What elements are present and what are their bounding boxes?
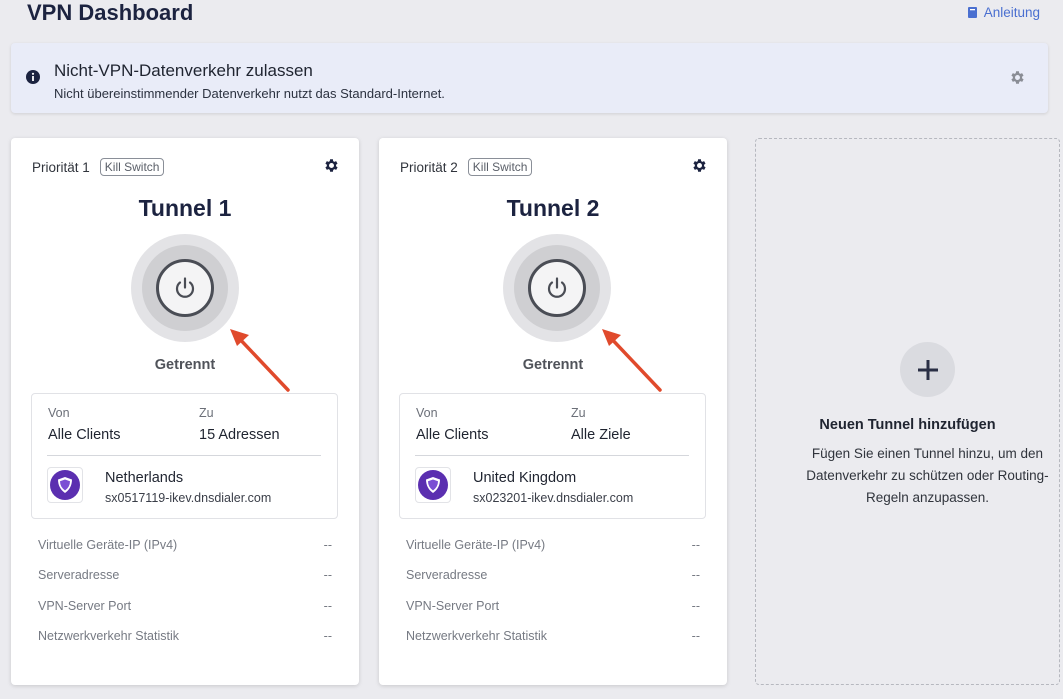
gear-icon[interactable] xyxy=(691,157,708,174)
plus-icon xyxy=(917,359,938,380)
from-value: Alle Clients xyxy=(416,427,489,443)
tunnel-card-2: Priorität 2 Kill Switch Tunnel 2 Getrenn… xyxy=(379,138,727,685)
tunnel-name: Tunnel 2 xyxy=(506,195,600,221)
connection-status: Getrennt xyxy=(522,357,584,373)
gear-icon[interactable] xyxy=(1009,69,1026,86)
add-tunnel-card[interactable]: Neuen Tunnel hinzufügen Fügen Sie einen … xyxy=(755,138,1060,685)
kill-switch-badge: Kill Switch xyxy=(99,158,165,176)
stat-row: Serveradresse -- xyxy=(406,568,700,588)
server-logo xyxy=(415,467,451,503)
book-icon xyxy=(967,7,977,18)
stat-row: Netzwerkverkehr Statistik -- xyxy=(406,629,700,649)
priority-row: Priorität 1 Kill Switch xyxy=(32,158,165,176)
from-value: Alle Clients xyxy=(48,427,121,443)
priority-label: Priorität 1 xyxy=(32,159,90,175)
route-box: Von Alle Clients Zu 15 Adressen Netherla… xyxy=(31,393,338,519)
tunnel-name: Tunnel 1 xyxy=(138,195,232,221)
stat-value: -- xyxy=(691,629,700,643)
manual-link[interactable]: Anleitung xyxy=(967,5,1040,20)
to-label: Zu xyxy=(199,406,214,420)
stat-value: -- xyxy=(323,568,332,582)
add-tunnel-description: Fügen Sie einen Tunnel hinzu, um den Dat… xyxy=(806,446,1049,505)
banner-title: Nicht-VPN-Datenverkehr zulassen xyxy=(54,61,313,80)
server-logo xyxy=(47,467,83,503)
banner-subtitle: Nicht übereinstimmender Datenverkehr nut… xyxy=(54,86,445,101)
server-hostname: sx0517119-ikev.dnsdialer.com xyxy=(105,491,272,505)
from-label: Von xyxy=(416,406,438,420)
stat-value: -- xyxy=(691,568,700,582)
stat-row: VPN-Server Port -- xyxy=(38,599,332,619)
server-hostname: sx023201-ikev.dnsdialer.com xyxy=(473,491,634,505)
stat-label: Netzwerkverkehr Statistik xyxy=(38,629,180,643)
server-country: Netherlands xyxy=(105,470,184,486)
connection-status: Getrennt xyxy=(154,357,216,373)
shield-icon xyxy=(50,470,80,500)
tunnel-card-1: Priorität 1 Kill Switch Tunnel 1 Getrenn… xyxy=(11,138,359,685)
power-ring xyxy=(514,245,600,331)
divider xyxy=(415,455,689,456)
stat-row: Serveradresse -- xyxy=(38,568,332,588)
to-label: Zu xyxy=(571,406,586,420)
stat-label: Serveradresse xyxy=(38,568,120,582)
kill-switch-badge: Kill Switch xyxy=(467,158,533,176)
stat-value: -- xyxy=(691,538,700,552)
shield-icon xyxy=(418,470,448,500)
stat-row: VPN-Server Port -- xyxy=(406,599,700,619)
stat-label: Virtuelle Geräte-IP (IPv4) xyxy=(38,538,178,552)
stat-value: -- xyxy=(323,538,332,552)
stat-label: VPN-Server Port xyxy=(406,599,500,613)
add-tunnel-title: Neuen Tunnel hinzufügen xyxy=(819,417,996,433)
priority-label: Priorität 2 xyxy=(400,159,458,175)
stat-label: Serveradresse xyxy=(406,568,488,582)
server-country: United Kingdom xyxy=(473,470,577,486)
info-icon xyxy=(26,70,40,84)
power-core xyxy=(156,259,214,317)
priority-row: Priorität 2 Kill Switch xyxy=(400,158,533,176)
stat-row: Virtuelle Geräte-IP (IPv4) -- xyxy=(406,538,700,558)
gear-icon[interactable] xyxy=(323,157,340,174)
page-title: VPN Dashboard xyxy=(27,0,194,25)
stat-value: -- xyxy=(323,629,332,643)
stat-value: -- xyxy=(323,599,332,613)
power-ring xyxy=(142,245,228,331)
power-core xyxy=(528,259,586,317)
stat-value: -- xyxy=(691,599,700,613)
stat-row: Virtuelle Geräte-IP (IPv4) -- xyxy=(38,538,332,558)
to-value: Alle Ziele xyxy=(571,427,631,443)
power-icon xyxy=(547,277,567,298)
manual-label: Anleitung xyxy=(983,5,1040,20)
stat-label: Netzwerkverkehr Statistik xyxy=(406,629,548,643)
add-tunnel-button[interactable] xyxy=(900,342,955,397)
divider xyxy=(47,455,321,456)
stat-label: Virtuelle Geräte-IP (IPv4) xyxy=(406,538,546,552)
power-icon xyxy=(175,277,195,298)
non-vpn-traffic-banner: Nicht-VPN-Datenverkehr zulassen Nicht üb… xyxy=(11,43,1048,113)
route-box: Von Alle Clients Zu Alle Ziele United Ki… xyxy=(399,393,706,519)
to-value: 15 Adressen xyxy=(199,427,280,443)
stat-label: VPN-Server Port xyxy=(38,599,132,613)
stat-row: Netzwerkverkehr Statistik -- xyxy=(38,629,332,649)
from-label: Von xyxy=(48,406,70,420)
